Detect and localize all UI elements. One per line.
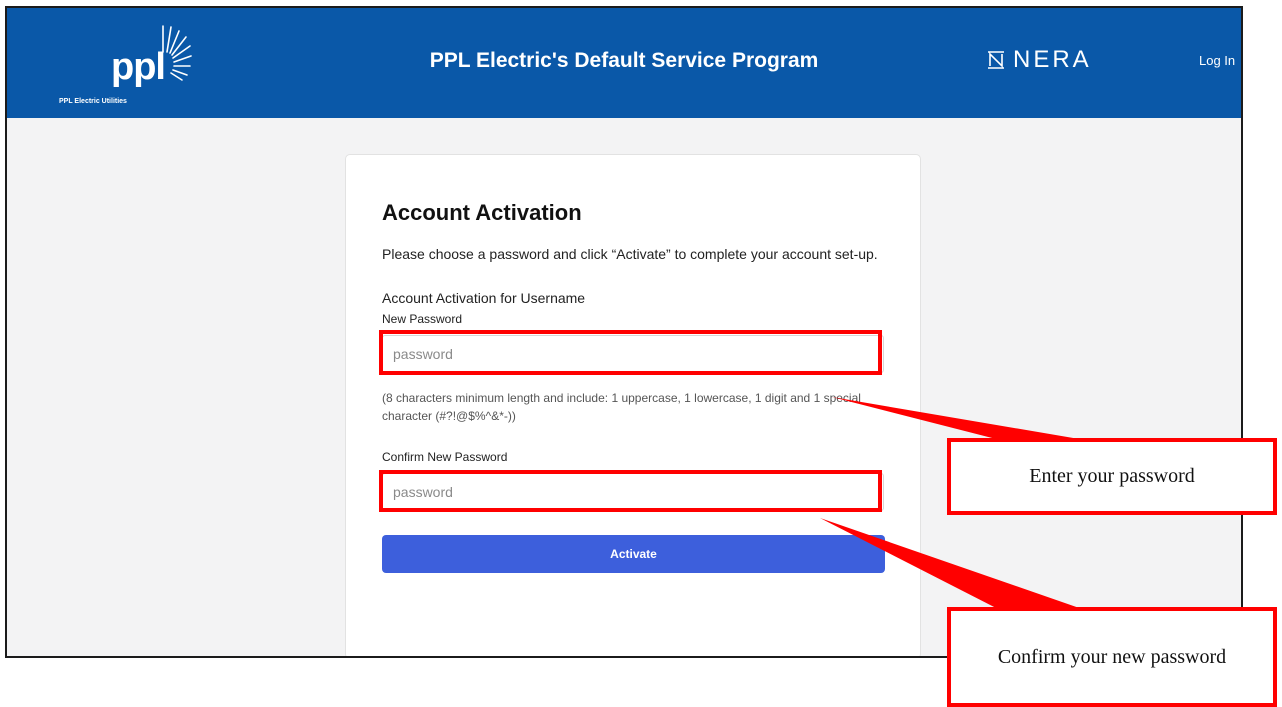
logo-subtitle: PPL Electric Utilities [59,98,127,105]
new-password-highlight [379,330,882,375]
card-title: Account Activation [382,200,582,225]
password-requirements-hint: (8 characters minimum length and include… [382,391,861,423]
nera-mark-icon [988,51,1004,69]
confirm-password-highlight [379,470,882,512]
new-password-label: New Password [382,312,463,326]
activate-button[interactable]: Activate [382,535,885,573]
nera-wordmark: NERA [1013,46,1092,73]
site-header: ppl PPL Electric Utilities PPL Electric'… [7,8,1241,118]
callout-enter-password: Enter your password [947,438,1277,515]
callout-2-text: Confirm your new password [997,645,1227,668]
card-description: Please choose a password and click “Acti… [382,246,878,262]
callout-1-text: Enter your password [1029,465,1195,487]
callout-confirm-password: Confirm your new password [947,607,1277,707]
activation-card: Account Activation Please choose a passw… [345,154,921,656]
confirm-password-label: Confirm New Password [382,450,508,464]
nera-logo: NERA [987,46,1092,74]
login-link[interactable]: Log In [1199,53,1235,68]
username-line: Account Activation for Username [382,290,586,306]
